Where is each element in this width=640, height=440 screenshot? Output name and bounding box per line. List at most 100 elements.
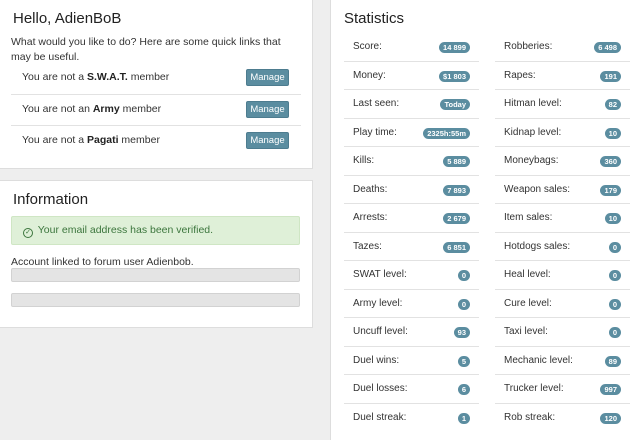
stat-value-badge: Today <box>440 99 470 110</box>
stat-value-badge: $1 803 <box>439 70 470 82</box>
stat-label: Item sales: <box>504 212 553 223</box>
hello-title: Hello, AdienBoB <box>13 10 122 27</box>
stat-value-badge: 0 <box>608 270 621 281</box>
membership-row-swat: You are not a S.W.A.T. member Manage <box>11 63 301 94</box>
stat-value-badge: 0 <box>457 270 470 281</box>
stat-label: Score: <box>353 41 382 52</box>
information-title: Information <box>13 191 89 208</box>
stat-row: Score: 14 899 <box>344 33 479 62</box>
stat-row: Tazes: 6 851 <box>344 233 479 261</box>
stat-row: Kidnap level: 10 <box>495 119 630 147</box>
stat-label: Rob streak: <box>504 411 556 423</box>
membership-prefix: You are not an <box>22 103 93 115</box>
stat-label: Moneybags: <box>504 155 559 166</box>
stat-label: Weapon sales: <box>504 183 570 195</box>
email-verified-alert: ✓ Your email address has been verified. <box>11 216 300 245</box>
forum-link-text: Account linked to forum user Adienbob. <box>11 256 194 268</box>
membership-prefix: You are not a <box>22 134 87 146</box>
stat-value-badge: 0 <box>608 298 621 310</box>
stat-row: Taxi level: 0 <box>495 318 630 347</box>
stat-value-badge: 2325h:55m <box>423 127 470 139</box>
stat-row: Duel wins: 5 <box>344 347 479 375</box>
membership-text: You are not a S.W.A.T. member <box>22 71 169 83</box>
stat-label: Play time: <box>353 126 397 138</box>
stat-value-badge: 2 679 <box>443 213 470 224</box>
membership-group: Army <box>92 103 120 115</box>
stat-label: Cure level: <box>504 297 552 309</box>
stat-row: Deaths: 7 893 <box>344 176 479 204</box>
stat-row: Trucker level: 997 <box>495 375 630 404</box>
stat-value-badge: 120 <box>600 412 621 424</box>
stat-label: Uncuff level: <box>353 326 408 337</box>
stat-row: Last seen: Today <box>344 90 479 119</box>
statistics-right-column: Robberies: 6 498 Rapes: 191 Hitman level: 82 K… <box>495 33 630 432</box>
stat-value-badge: 10 <box>604 127 621 139</box>
stat-row: Rob streak: 120 <box>495 404 630 433</box>
stat-row: Duel streak: 1 <box>344 404 479 433</box>
hello-panel: Hello, AdienBoB What would you like to d… <box>0 0 313 169</box>
stat-value-badge: 6 <box>457 384 470 395</box>
stat-row: Arrests: 2 679 <box>344 204 479 233</box>
stat-row: Hotdogs sales: 0 <box>495 233 630 261</box>
membership-suffix: member <box>127 71 170 83</box>
stat-value-badge: 360 <box>600 156 621 167</box>
stat-value-badge: 89 <box>604 355 621 367</box>
stat-value-badge: 5 889 <box>443 156 470 167</box>
stat-value-badge: 6 498 <box>594 42 621 53</box>
membership-text: You are not an Army member <box>22 103 161 115</box>
stat-value-badge: 14 899 <box>439 42 470 53</box>
stat-value-badge: 6 851 <box>443 241 470 253</box>
stat-row: Robberies: 6 498 <box>495 33 630 62</box>
stat-label: Last seen: <box>353 98 400 109</box>
stat-row: Duel losses: 6 <box>344 375 479 404</box>
manage-swat-button[interactable]: Manage <box>246 69 289 86</box>
stat-value-badge: 5 <box>457 355 470 367</box>
stat-row: Cure level: 0 <box>495 290 630 318</box>
manage-army-button[interactable]: Manage <box>246 101 289 118</box>
stat-value-badge: 179 <box>600 184 621 196</box>
stat-label: Duel streak: <box>353 411 407 423</box>
membership-suffix: member <box>119 103 162 115</box>
stat-row: Kills: 5 889 <box>344 147 479 176</box>
stat-label: Rapes: <box>504 69 536 81</box>
stat-row: Moneybags: 360 <box>495 147 630 176</box>
stat-value-badge: 997 <box>600 384 621 395</box>
stat-row: Heal level: 0 <box>495 261 630 290</box>
email-verified-text: Your email address has been verified. <box>37 224 214 236</box>
statistics-panel: Statistics Score: 14 899 Money: $1 803 Last … <box>330 0 640 440</box>
stat-label: Hitman level: <box>504 98 562 109</box>
membership-group: Pagati <box>87 134 119 146</box>
stat-label: Duel wins: <box>353 354 400 366</box>
empty-field-bar <box>11 268 300 282</box>
manage-pagati-button[interactable]: Manage <box>246 132 289 149</box>
stat-label: Army level: <box>353 297 403 309</box>
stat-label: Tazes: <box>353 240 382 252</box>
stat-value-badge: 0 <box>608 327 621 338</box>
statistics-title: Statistics <box>344 10 405 27</box>
stat-label: Taxi level: <box>504 326 548 337</box>
stat-label: Kills: <box>353 155 375 166</box>
membership-suffix: member <box>118 134 160 146</box>
stat-row: Army level: 0 <box>344 290 479 318</box>
stat-value-badge: 82 <box>604 99 621 110</box>
membership-text: You are not a Pagati member <box>22 134 160 146</box>
stat-row: Money: $1 803 <box>344 62 479 90</box>
stat-value-badge: 7 893 <box>443 184 470 196</box>
stat-value-badge: 93 <box>453 327 470 338</box>
stat-label: Kidnap level: <box>504 126 562 138</box>
stat-row: Rapes: 191 <box>495 62 630 90</box>
stat-value-badge: 191 <box>600 70 621 82</box>
stat-row: Uncuff level: 93 <box>344 318 479 347</box>
stat-label: Duel losses: <box>353 383 408 394</box>
membership-prefix: You are not a <box>22 71 87 83</box>
stat-label: Robberies: <box>504 41 553 52</box>
stat-row: Mechanic level: 89 <box>495 347 630 375</box>
hello-intro-text: What would you like to do? Here are some… <box>11 36 281 63</box>
stat-label: Deaths: <box>353 183 388 195</box>
stat-value-badge: 10 <box>604 213 621 224</box>
stat-label: Arrests: <box>353 212 388 223</box>
stat-value-badge: 1 <box>457 412 470 424</box>
stat-row: Play time: 2325h:55m <box>344 119 479 147</box>
stat-value-badge: 0 <box>457 298 470 310</box>
stat-label: Mechanic level: <box>504 354 573 366</box>
